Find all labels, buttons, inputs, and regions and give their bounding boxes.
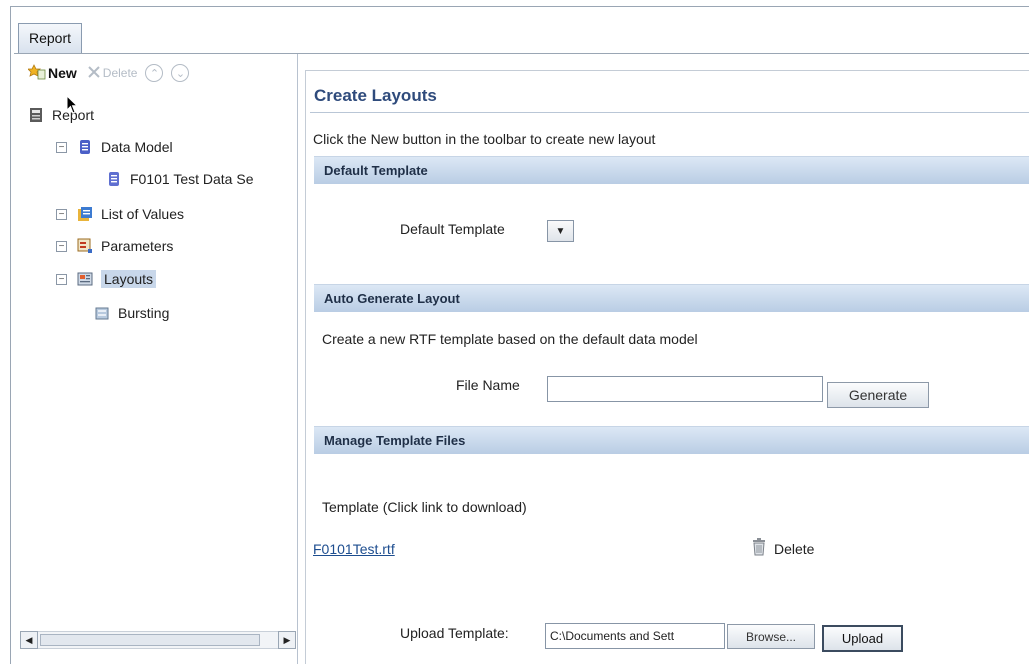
file-name-input[interactable] — [547, 376, 823, 402]
tree-item-list-of-values[interactable]: − List of Values — [56, 203, 184, 225]
new-icon — [27, 63, 46, 83]
tree-item-layouts[interactable]: − Layouts — [56, 268, 157, 290]
tree-label: F0101 Test Data Se — [130, 171, 254, 187]
delete-template-label: Delete — [774, 540, 815, 557]
collapse-icon[interactable]: − — [56, 240, 67, 252]
scroll-right-icon[interactable]: ▶ — [278, 631, 296, 649]
title-divider — [310, 112, 1029, 113]
tree-label: Data Model — [101, 139, 173, 155]
tree-item-data-model[interactable]: − Data Model — [56, 136, 173, 158]
delete-button-label: Delete — [102, 66, 138, 80]
file-name-label: File Name — [456, 377, 520, 393]
list-of-values-icon — [77, 206, 93, 222]
collapse-icon[interactable]: − — [56, 141, 67, 153]
trash-icon — [752, 538, 766, 559]
report-icon — [28, 107, 44, 123]
bursting-icon — [94, 305, 110, 321]
tree-label: Parameters — [101, 238, 174, 254]
tree-item-parameters[interactable]: − Parameters — [56, 235, 173, 257]
database-icon — [77, 139, 93, 155]
layouts-icon — [77, 271, 93, 287]
tree-label: Bursting — [118, 305, 170, 321]
scroll-track[interactable] — [38, 631, 278, 649]
generate-button[interactable]: Generate — [827, 382, 929, 408]
template-file-link[interactable]: F0101Test.rtf — [313, 541, 395, 557]
tree-label-selected: Layouts — [101, 270, 157, 288]
section-auto-generate: Auto Generate Layout — [314, 284, 1029, 312]
move-up-icon[interactable]: ⌃ — [145, 64, 164, 82]
scroll-left-icon[interactable]: ◀ — [20, 631, 38, 649]
tree-toolbar: New Delete ⌃ ⌄ — [27, 60, 190, 86]
new-button[interactable]: New — [27, 63, 77, 83]
tab-strip — [14, 24, 1029, 54]
tree-item-report[interactable]: Report — [28, 104, 94, 126]
default-template-select[interactable]: ▼ — [547, 220, 574, 242]
dataset-icon — [106, 171, 122, 187]
scroll-thumb[interactable] — [40, 634, 260, 646]
intro-text: Click the New button in the toolbar to c… — [313, 131, 656, 147]
delete-template-button[interactable]: Delete — [752, 538, 814, 559]
default-template-label: Default Template — [400, 221, 505, 237]
tree-label: List of Values — [101, 206, 185, 222]
auto-generate-description: Create a new RTF template based on the d… — [322, 331, 698, 347]
tree-horizontal-scrollbar[interactable]: ◀ ▶ — [20, 631, 296, 649]
section-manage-template-files: Manage Template Files — [314, 426, 1029, 454]
parameters-icon — [77, 238, 93, 254]
move-down-icon[interactable]: ⌄ — [171, 64, 190, 82]
page-title: Create Layouts — [314, 86, 437, 105]
delete-button[interactable]: Delete — [87, 65, 138, 82]
report-tree-panel: New Delete ⌃ ⌄ Report − Data Model F0101… — [20, 54, 298, 664]
collapse-icon[interactable]: − — [56, 208, 67, 220]
tree-item-dataset[interactable]: F0101 Test Data Se — [106, 168, 253, 190]
section-default-template: Default Template — [314, 156, 1029, 184]
collapse-icon[interactable]: − — [56, 273, 67, 285]
tree-item-bursting[interactable]: Bursting — [94, 302, 169, 324]
new-button-label: New — [48, 65, 77, 81]
tab-report[interactable]: Report — [18, 23, 83, 53]
upload-template-label: Upload Template: — [400, 625, 509, 641]
dropdown-arrow-icon: ▼ — [555, 225, 566, 237]
delete-x-icon — [87, 65, 101, 82]
browse-button[interactable]: Browse... — [727, 624, 815, 649]
upload-path-input[interactable] — [545, 623, 725, 649]
template-download-label: Template (Click link to download) — [322, 499, 527, 515]
upload-button[interactable]: Upload — [822, 625, 903, 652]
